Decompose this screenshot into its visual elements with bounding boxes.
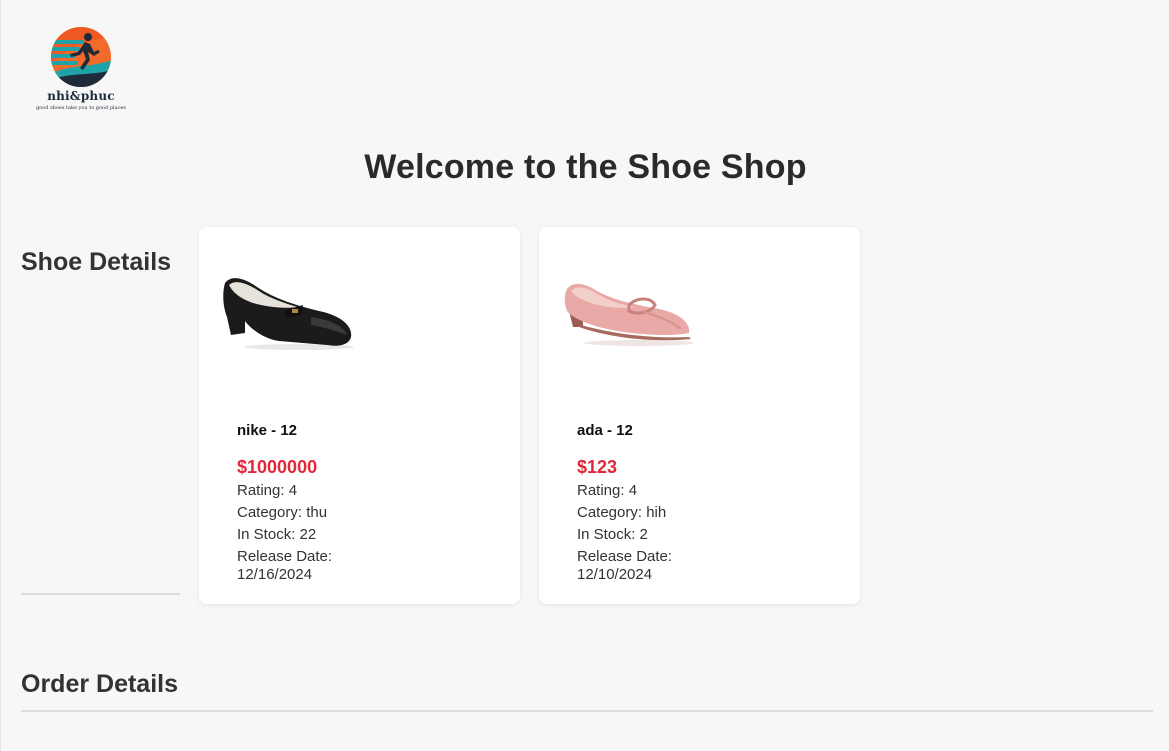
shoe-section-divider [21, 593, 180, 595]
shoe-rating: Rating: 4 [237, 482, 298, 499]
shoe-price: $123 [577, 457, 618, 477]
brand-tagline: good shoes take you to good places [36, 105, 126, 111]
shoe-rating: Rating: 4 [577, 482, 638, 499]
shoe-card[interactable]: nike - 12 $1000000 Rating: 4 Category: t… [199, 227, 520, 604]
pink-low-heel-pump-icon [564, 283, 694, 346]
shoe-price: $1000000 [237, 457, 318, 477]
shoe-category: Category: thu [237, 504, 328, 521]
brand-name: nhi&phuc [47, 89, 115, 103]
shoe-release-date: Release Date: 12/16/2024 [237, 548, 333, 583]
runner-logo-icon [51, 27, 111, 87]
shoe-card-body: ada - 12 $123 Rating: 4 Category: hih In… [577, 422, 837, 584]
shoe-card-body: nike - 12 $1000000 Rating: 4 Category: t… [237, 422, 497, 584]
shoe-title: ada - 12 [577, 422, 633, 439]
shoe-details-heading: Shoe Details [21, 248, 172, 276]
shoe-stock: In Stock: 22 [237, 526, 317, 543]
shoe-title: nike - 12 [237, 422, 298, 439]
page: nhi&phuc good shoes take you to good pla… [0, 0, 1169, 751]
order-details-heading: Order Details [21, 670, 179, 698]
brand-logo[interactable]: nhi&phuc good shoes take you to good pla… [29, 26, 133, 111]
shoe-card[interactable]: ada - 12 $123 Rating: 4 Category: hih In… [539, 227, 860, 604]
page-title: Welcome to the Shoe Shop [364, 148, 807, 186]
shoe-stock: In Stock: 2 [577, 526, 648, 543]
black-low-heel-pump-icon [223, 278, 354, 350]
shoe-category: Category: hih [577, 504, 667, 521]
order-section-divider [21, 710, 1153, 712]
shoe-release-date: Release Date: 12/10/2024 [577, 548, 673, 583]
